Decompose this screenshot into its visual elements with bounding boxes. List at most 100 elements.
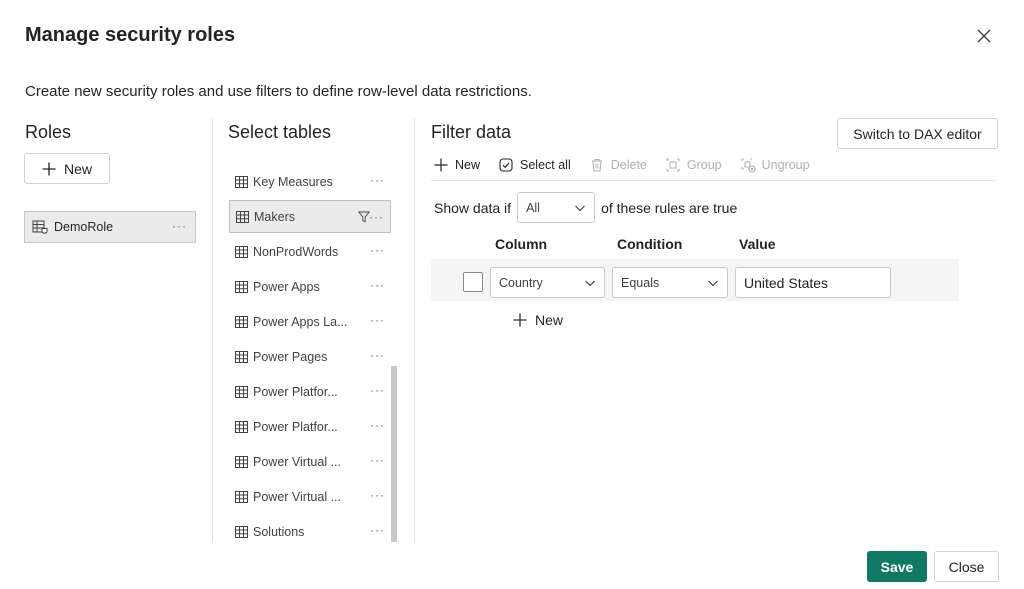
filter-toolbar: New Select all Delete Group Ungroup xyxy=(433,155,828,175)
dialog-title: Manage security roles xyxy=(25,24,236,46)
more-icon[interactable]: ··· xyxy=(370,383,385,397)
more-icon[interactable]: ··· xyxy=(370,523,385,537)
group-icon xyxy=(666,158,680,172)
plus-icon xyxy=(513,313,527,327)
tables-heading: Select tables xyxy=(228,122,332,142)
toolbar-divider xyxy=(431,180,997,181)
ungroup-icon xyxy=(741,158,756,173)
condition-header: Condition xyxy=(617,236,683,252)
plus-icon xyxy=(42,162,56,175)
add-rule-label: New xyxy=(535,312,564,328)
table-item[interactable]: Power Virtual ... ··· xyxy=(229,444,391,479)
chevron-down-icon xyxy=(708,280,718,287)
rules-true-label: of these rules are true xyxy=(601,199,738,216)
more-icon[interactable]: ··· xyxy=(370,488,385,502)
more-icon[interactable]: ··· xyxy=(370,278,385,292)
more-icon[interactable]: ··· xyxy=(370,173,385,187)
more-icon[interactable]: ··· xyxy=(370,453,385,467)
column-divider xyxy=(212,118,213,542)
manage-security-roles-dialog: Manage security roles Create new securit… xyxy=(0,0,1024,589)
table-item-label: NonProdWords xyxy=(253,244,339,259)
new-role-button[interactable]: New xyxy=(24,153,110,184)
show-data-if-label: Show data if xyxy=(434,199,512,216)
table-icon xyxy=(235,315,248,328)
more-icon[interactable]: ··· xyxy=(370,418,385,432)
table-item[interactable]: Power Virtual ... ··· xyxy=(229,479,391,514)
column-dropdown-value: Country xyxy=(499,275,543,290)
more-icon[interactable]: ··· xyxy=(369,210,384,224)
roles-heading: Roles xyxy=(25,122,72,142)
table-item-label: Power Apps xyxy=(253,279,320,294)
chevron-down-icon xyxy=(575,205,585,212)
value-header: Value xyxy=(739,236,776,252)
column-dropdown[interactable]: Country xyxy=(490,267,605,298)
toolbar-ungroup-button[interactable]: Ungroup xyxy=(740,157,810,173)
toolbar-select-all-button[interactable]: Select all xyxy=(498,157,571,173)
table-icon xyxy=(235,490,248,503)
table-item[interactable]: Makers ··· xyxy=(229,200,391,233)
toolbar-group-label: Group xyxy=(686,158,722,172)
table-item-label: Power Platfor... xyxy=(253,419,338,434)
table-icon xyxy=(235,350,248,363)
table-icon xyxy=(235,245,248,258)
condition-dropdown-value: Equals xyxy=(621,275,660,290)
column-header: Column xyxy=(495,236,548,252)
rule-checkbox[interactable] xyxy=(463,272,483,292)
table-item-label: Solutions xyxy=(253,524,305,539)
delete-icon xyxy=(591,158,602,172)
table-item[interactable]: Power Platfor... ··· xyxy=(229,374,391,409)
plus-icon xyxy=(434,158,448,172)
role-label: DemoRole xyxy=(54,220,114,234)
chevron-down-icon xyxy=(585,280,595,287)
table-item-label: Power Virtual ... xyxy=(253,454,342,469)
table-item[interactable]: Key Measures ··· xyxy=(229,164,391,199)
save-button[interactable]: Save xyxy=(867,551,927,582)
toolbar-new-label: New xyxy=(455,158,481,172)
table-item-label: Key Measures xyxy=(253,174,333,189)
more-icon[interactable]: ··· xyxy=(172,219,187,233)
close-icon[interactable] xyxy=(972,24,996,48)
filter-heading: Filter data xyxy=(431,122,512,142)
table-icon xyxy=(235,455,248,468)
table-item-label: Power Virtual ... xyxy=(253,489,342,504)
value-input[interactable] xyxy=(735,267,891,298)
select-all-icon xyxy=(499,158,513,172)
column-divider xyxy=(414,118,415,542)
match-type-value: All xyxy=(526,200,540,215)
table-list: Key Measures ··· Makers ··· NonProdWords ··· P… xyxy=(229,164,391,549)
table-icon xyxy=(235,175,248,188)
switch-to-dax-button[interactable]: Switch to DAX editor xyxy=(837,118,998,149)
table-item[interactable]: Power Apps ··· xyxy=(229,269,391,304)
table-item[interactable]: Power Pages ··· xyxy=(229,339,391,374)
table-item[interactable]: Power Apps La... ··· xyxy=(229,304,391,339)
condition-dropdown[interactable]: Equals xyxy=(612,267,728,298)
table-item[interactable]: Solutions ··· xyxy=(229,514,391,549)
toolbar-select-all-label: Select all xyxy=(520,158,571,172)
toolbar-group-button[interactable]: Group xyxy=(665,157,722,173)
toolbar-new-button[interactable]: New xyxy=(433,157,480,173)
table-item[interactable]: NonProdWords ··· xyxy=(229,234,391,269)
toolbar-delete-label: Delete xyxy=(610,158,647,172)
table-icon xyxy=(235,280,248,293)
match-condition-row: Show data if All of these rules are true xyxy=(434,192,737,223)
table-item-label: Power Pages xyxy=(253,349,328,364)
new-role-label: New xyxy=(63,160,92,177)
toolbar-delete-button[interactable]: Delete xyxy=(589,157,647,173)
more-icon[interactable]: ··· xyxy=(370,313,385,327)
table-icon xyxy=(235,525,248,538)
toolbar-ungroup-label: Ungroup xyxy=(761,158,810,172)
table-list-scrollbar[interactable] xyxy=(391,366,397,542)
close-button[interactable]: Close xyxy=(934,551,999,582)
table-item-label: Power Platfor... xyxy=(253,384,338,399)
table-item-label: Power Apps La... xyxy=(253,314,348,329)
table-icon xyxy=(236,210,249,223)
more-icon[interactable]: ··· xyxy=(370,243,385,257)
table-icon xyxy=(235,420,248,433)
add-rule-button[interactable]: New xyxy=(513,312,563,328)
role-item-demorole[interactable]: DemoRole ··· xyxy=(24,211,196,243)
dialog-subtitle: Create new security roles and use filter… xyxy=(25,83,532,100)
table-item-label: Makers xyxy=(254,209,295,224)
match-type-dropdown[interactable]: All xyxy=(517,192,596,223)
more-icon[interactable]: ··· xyxy=(370,348,385,362)
table-item[interactable]: Power Platfor... ··· xyxy=(229,409,391,444)
